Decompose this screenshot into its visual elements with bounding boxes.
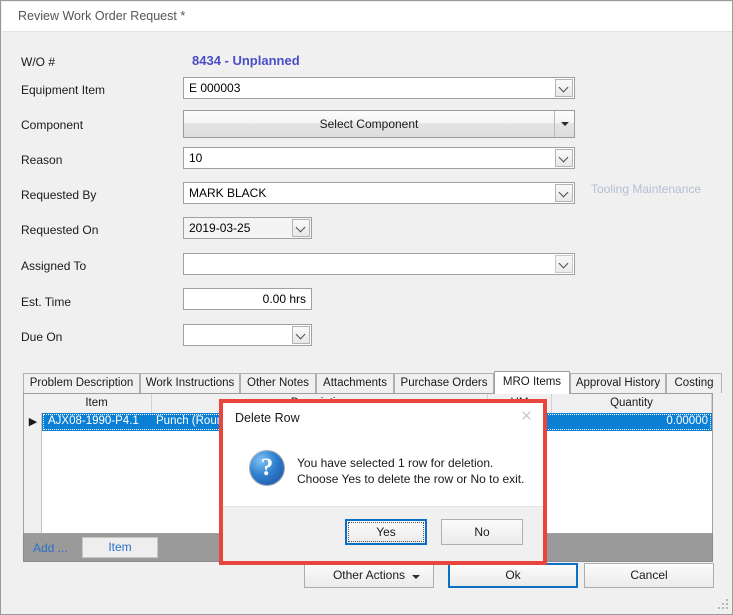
equipment-item-value: E 000003 — [189, 81, 241, 95]
select-component-split-button[interactable]: Select Component — [183, 110, 575, 138]
dialog-message: You have selected 1 row for deletion. Ch… — [297, 455, 537, 487]
window-title: Review Work Order Request * — [18, 9, 186, 23]
grid-column-header-quantity[interactable]: Quantity — [552, 394, 712, 413]
component-label: Component — [21, 118, 84, 132]
requested-on-value: 2019-03-25 — [189, 221, 251, 235]
tab-work-instructions[interactable]: Work Instructions — [140, 373, 240, 393]
current-row-indicator-icon: ▶ — [28, 416, 38, 428]
chevron-down-icon[interactable] — [555, 255, 573, 273]
requested-by-label: Requested By — [21, 188, 97, 202]
reason-hint-text: Tooling Maintenance — [591, 182, 702, 196]
dialog-footer: Yes No — [223, 506, 543, 561]
tab-strip: Problem Description Work Instructions Ot… — [23, 371, 722, 394]
tab-other-notes[interactable]: Other Notes — [240, 373, 316, 393]
dialog-message-line-1: You have selected 1 row for deletion. — [297, 456, 494, 470]
grid-row-header-column — [24, 413, 42, 533]
window-title-bar: Review Work Order Request * — [2, 2, 732, 32]
due-on-datepicker[interactable] — [183, 324, 312, 346]
reason-combobox[interactable]: 10 — [183, 147, 575, 169]
dialog-no-button[interactable]: No — [441, 519, 523, 545]
equipment-item-combobox[interactable]: E 000003 — [183, 77, 575, 99]
chevron-down-icon[interactable] — [555, 79, 573, 97]
cancel-button[interactable]: Cancel — [584, 563, 714, 588]
requested-by-combobox[interactable]: MARK BLACK — [183, 182, 575, 204]
cell-item: AJX08-1990-P4.1 — [48, 415, 139, 427]
chevron-down-icon[interactable] — [555, 149, 573, 167]
other-actions-button[interactable]: Other Actions — [304, 563, 434, 588]
chevron-down-icon[interactable] — [555, 184, 573, 202]
reason-label: Reason — [21, 153, 63, 167]
review-work-order-window: Review Work Order Request * W/O # 8434 -… — [0, 0, 733, 615]
other-actions-label: Other Actions — [332, 568, 406, 582]
calendar-chevron-down-icon[interactable] — [292, 326, 310, 344]
requested-by-value: MARK BLACK — [189, 186, 267, 200]
add-link[interactable]: Add ... — [33, 541, 68, 555]
resize-grip[interactable] — [718, 599, 730, 611]
calendar-chevron-down-icon[interactable] — [292, 219, 310, 237]
close-icon[interactable] — [513, 406, 539, 426]
dialog-yes-button[interactable]: Yes — [345, 519, 427, 545]
assigned-to-combobox[interactable] — [183, 253, 575, 275]
equipment-item-label: Equipment Item — [21, 83, 106, 97]
select-component-button-label[interactable]: Select Component — [184, 111, 555, 137]
question-icon: ? — [250, 451, 284, 485]
due-on-value — [184, 325, 290, 345]
reason-value: 10 — [189, 151, 203, 165]
est-time-label: Est. Time — [21, 295, 72, 309]
due-on-label: Due On — [21, 330, 63, 344]
ok-button[interactable]: Ok — [448, 563, 578, 588]
chevron-down-icon — [412, 575, 420, 579]
cell-quantity: 0.00000 — [666, 415, 708, 427]
grid-column-header-item[interactable]: Item — [42, 394, 152, 413]
requested-on-datepicker[interactable]: 2019-03-25 — [183, 217, 312, 239]
question-icon-glyph: ? — [260, 454, 274, 481]
assigned-to-label: Assigned To — [21, 259, 87, 273]
dialog-body: ? You have selected 1 row for deletion. … — [223, 431, 543, 515]
est-time-input[interactable]: 0.00 hrs — [183, 288, 312, 310]
assigned-to-value — [184, 254, 553, 274]
wo-number-value: 8434 - Unplanned — [192, 53, 300, 68]
tab-mro-items[interactable]: MRO Items — [494, 371, 570, 394]
dialog-title: Delete Row — [235, 411, 300, 425]
requested-on-label: Requested On — [21, 223, 99, 237]
component-dropdown-arrow-icon[interactable] — [555, 111, 574, 137]
delete-row-dialog: Delete Row ? You have selected 1 row for… — [219, 399, 547, 565]
tab-approval-history[interactable]: Approval History — [570, 373, 666, 393]
tab-purchase-orders[interactable]: Purchase Orders — [394, 373, 494, 393]
tab-problem-description[interactable]: Problem Description — [23, 373, 140, 393]
dialog-message-line-2: Choose Yes to delete the row or No to ex… — [297, 472, 525, 486]
tab-attachments[interactable]: Attachments — [316, 373, 394, 393]
tab-costing[interactable]: Costing — [666, 373, 722, 393]
add-item-button[interactable]: Item — [82, 537, 158, 558]
wo-number-label: W/O # — [21, 55, 56, 69]
